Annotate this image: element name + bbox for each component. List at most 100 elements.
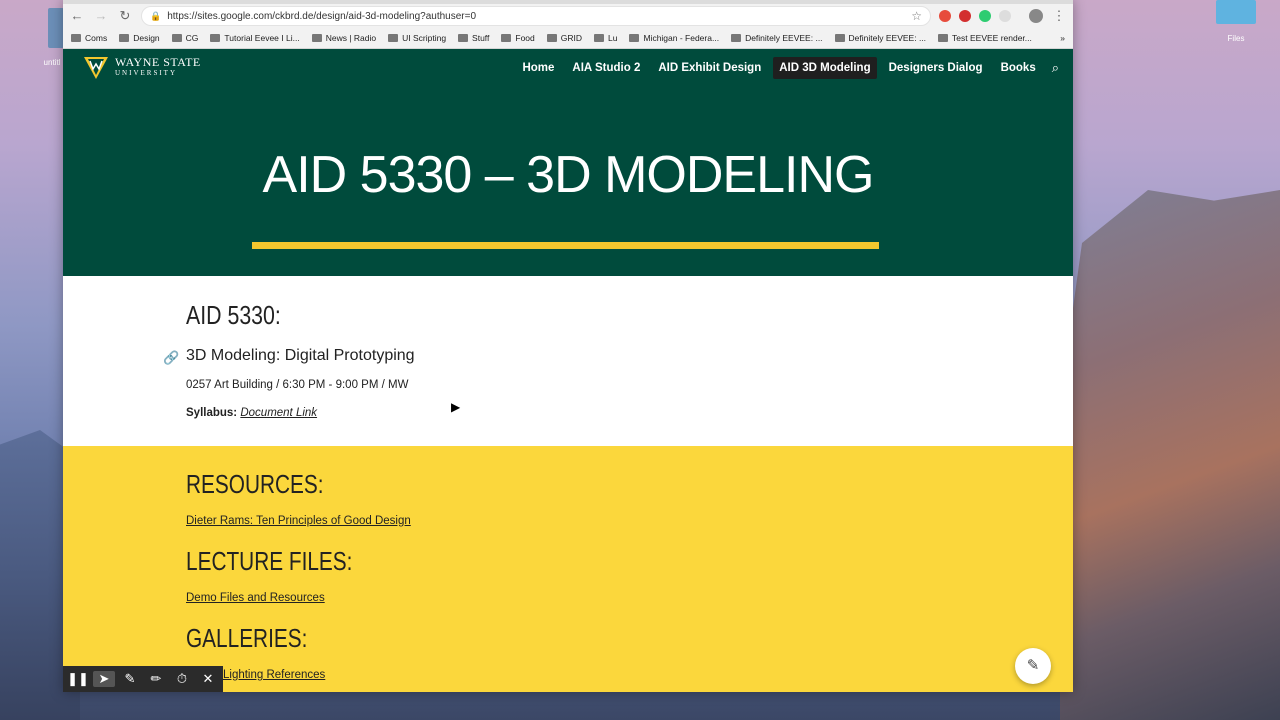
bookmark-label: Design [133,33,160,43]
bookmark-label: Food [515,33,535,43]
nav-item-home[interactable]: Home [516,57,560,79]
bookmark-item[interactable]: Definitely EEVEE: ... [834,33,927,43]
bookmark-item[interactable]: Tutorial Eevee I Li... [210,33,300,43]
lecture-files-heading: LECTURE FILES: [186,546,353,576]
course-name-heading: 3D Modeling: Digital Prototyping [186,347,415,364]
bookmark-item[interactable]: Stuff [458,33,489,43]
desktop-rock-formation [1060,190,1280,720]
title-underline [252,242,879,249]
folder-icon [938,34,949,42]
folder-icon [834,34,845,42]
nav-item-books[interactable]: Books [995,57,1042,79]
search-icon[interactable]: ⌕ [1048,60,1063,76]
galleries-heading: GALLERIES: [186,623,308,653]
bookmark-item[interactable]: GRID [546,33,582,43]
menu-kebab-icon[interactable]: ⋮ [1051,8,1067,24]
lecture-files-link[interactable]: Demo Files and Resources [186,592,325,604]
site-header: WAYNE STATE UNIVERSITY Home AIA Studio 2 A… [63,49,1073,276]
bookmark-item[interactable]: News | Radio [311,33,377,43]
bookmark-item[interactable]: UI Scripting [388,33,446,43]
highlighter-tool-icon[interactable]: ✏ [145,671,167,687]
browser-toolbar: ← → ↻ 🔒 https://sites.google.com/ckbrd.d… [63,4,1073,28]
adblock-icon[interactable] [959,10,971,22]
folder-icon [71,34,81,42]
profile-avatar[interactable] [1029,9,1043,23]
bookmark-label: Coms [85,33,108,43]
folder-icon [458,34,469,42]
bookmark-item[interactable]: CG [171,33,199,43]
logo-line2: UNIVERSITY [115,69,177,77]
reload-icon[interactable]: ↻ [117,8,133,24]
page-title: AID 5330 – 3D MODELING [262,146,875,204]
galleries-link[interactable]: Lighting References [223,669,325,681]
bookmark-label: Lu [608,33,618,43]
address-bar[interactable]: 🔒 https://sites.google.com/ckbrd.de/desi… [141,6,931,26]
bookmark-item[interactable]: Food [501,33,535,43]
nav-item-aid-3d-modeling[interactable]: AID 3D Modeling [773,57,877,79]
folder-icon [629,34,640,42]
browser-window: ← → ↻ 🔒 https://sites.google.com/ckbrd.d… [63,0,1073,692]
pen-tool-icon[interactable]: ✎ [119,671,141,687]
extension-icon[interactable] [939,10,951,22]
syllabus-label: Syllabus: [186,407,238,419]
bookmark-label: UI Scripting [402,33,447,43]
desktop-icon-untitled[interactable]: untitl [44,8,64,67]
edit-pencil-button[interactable]: ✎ [1015,648,1051,684]
bookmark-label: Test EEVEE render... [952,33,1032,43]
course-info-section: AID 5330: 🔗 3D Modeling: Digital Prototy… [63,276,1073,446]
bookmark-label: Tutorial Eevee I Li... [224,33,300,43]
folder-icon [501,34,512,42]
bookmark-item[interactable]: Coms [71,33,107,43]
folder-icon [171,34,182,42]
desktop-icon-files[interactable]: Files [1216,0,1256,43]
bookmark-item[interactable]: Michigan - Federa... [629,33,719,43]
folder-icon [210,34,221,42]
close-icon[interactable]: ✕ [197,671,219,687]
course-code-heading: AID 5330: [186,300,281,330]
folder-icon [311,34,322,42]
forward-icon[interactable]: → [93,8,109,24]
link-icon[interactable]: 🔗 [163,350,179,366]
bookmark-label: CG [185,33,199,43]
site-nav: Home AIA Studio 2 AID Exhibit Design AID 3D… [516,57,1063,79]
wayne-state-logo[interactable]: WAYNE STATE UNIVERSITY [83,56,201,80]
bookmark-item[interactable]: Lu [594,33,617,43]
url-text: https://sites.google.com/ckbrd.de/design… [167,10,477,22]
timer-icon[interactable]: ⏱ [171,671,193,687]
schedule-text: 0257 Art Building / 6:30 PM - 9:00 PM / … [186,379,409,391]
shield-w-icon [84,57,108,79]
folder-icon [388,34,399,42]
desktop-icon-label: untitl [43,58,61,67]
resources-section: RESOURCES: Dieter Rams: Ten Principles o… [63,446,1073,692]
back-icon[interactable]: ← [69,8,85,24]
mouse-cursor: ▶ [451,400,461,414]
bookmark-item[interactable]: Definitely EEVEE: ... [731,33,823,43]
resources-heading: RESOURCES: [186,469,324,499]
bookmark-label: Definitely EEVEE: ... [848,33,927,43]
bookmark-label: Michigan - Federa... [643,33,720,43]
nav-item-aid-exhibit-design[interactable]: AID Exhibit Design [652,57,767,79]
bookmark-label: GRID [560,33,582,43]
bookmarks-overflow-chevron[interactable]: » [1060,33,1065,43]
syllabus-link[interactable]: Document Link [240,407,317,419]
bookmark-label: News | Radio [325,33,377,43]
evernote-icon[interactable] [979,10,991,22]
lock-icon: 🔒 [150,10,162,21]
screen-recorder-toolbar: ❚❚ ➤ ✎ ✏ ⏱ ✕ [63,666,223,692]
nav-item-designers-dialog[interactable]: Designers Dialog [883,57,989,79]
bookmark-item[interactable]: Test EEVEE render... [938,33,1032,43]
folder-icon [594,34,604,42]
logo-line1: WAYNE STATE [115,55,201,69]
desktop-icon-label: Files [1227,34,1245,43]
pointer-tool-icon[interactable]: ➤ [93,671,115,687]
nav-item-aia-studio-2[interactable]: AIA Studio 2 [566,57,646,79]
bookmark-star-icon[interactable]: ☆ [911,9,922,23]
folder-icon [731,34,742,42]
resources-link[interactable]: Dieter Rams: Ten Principles of Good Desi… [186,515,411,527]
bookmark-item[interactable]: Design [119,33,160,43]
extension-icon[interactable] [999,10,1011,22]
bookmark-label: Definitely EEVEE: ... [745,33,823,43]
pause-icon[interactable]: ❚❚ [67,671,89,687]
folder-icon [546,34,557,42]
bookmarks-bar: Coms Design CG Tutorial Eevee I Li... News |… [63,28,1073,49]
